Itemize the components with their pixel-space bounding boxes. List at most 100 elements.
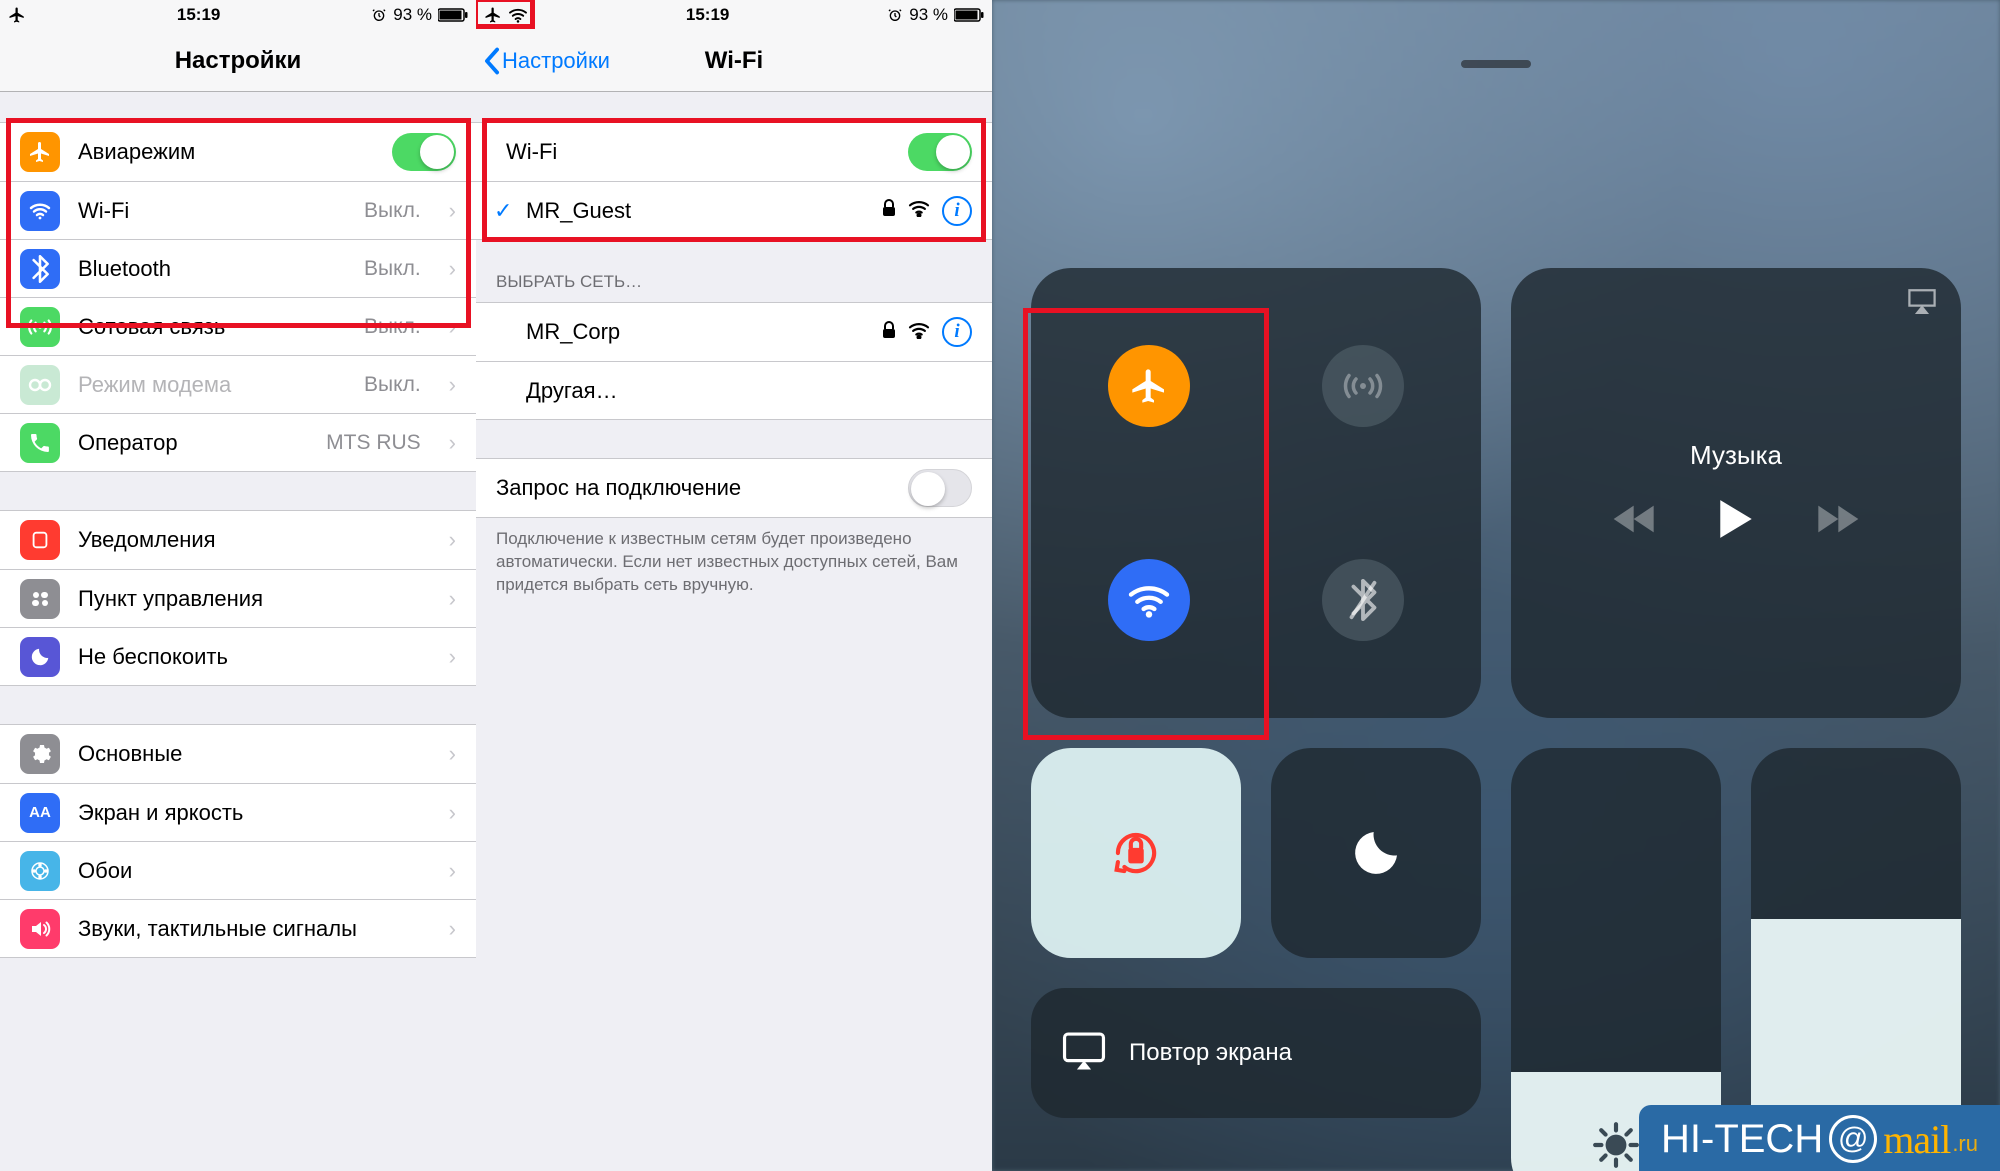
row-label: Экран и яркость: [78, 800, 421, 826]
row-airplane-mode[interactable]: Авиарежим: [0, 123, 476, 181]
row-value: Выкл.: [364, 373, 421, 397]
row-label: Авиарежим: [78, 139, 374, 165]
airplane-icon: [484, 6, 502, 24]
cc-wifi-button[interactable]: [1108, 559, 1190, 641]
row-label: Запрос на подключение: [496, 475, 890, 501]
music-tile[interactable]: Музыка: [1511, 268, 1961, 718]
row-wifi-toggle[interactable]: Wi-Fi: [476, 123, 992, 181]
notifications-icon: [20, 520, 60, 560]
lock-icon: [882, 321, 896, 344]
row-network[interactable]: MR_Corp i: [476, 303, 992, 361]
network-name: MR_Guest: [526, 198, 864, 224]
row-cellular[interactable]: Сотовая связь Выкл. ›: [0, 297, 476, 355]
watermark-ru: .ru: [1952, 1131, 1978, 1157]
moon-icon: [20, 637, 60, 677]
row-dnd[interactable]: Не беспокоить ›: [0, 627, 476, 685]
page-title-wifi: Wi-Fi: [705, 47, 763, 75]
wallpaper-icon: [20, 851, 60, 891]
row-carrier[interactable]: Оператор MTS RUS ›: [0, 413, 476, 471]
wifi-icon: [20, 191, 60, 231]
row-general[interactable]: Основные ›: [0, 725, 476, 783]
nav-header: Настройки: [0, 30, 476, 92]
wifi-icon: [508, 7, 528, 23]
row-wallpaper[interactable]: Обои ›: [0, 841, 476, 899]
watermark-mail: mail: [1883, 1116, 1950, 1163]
gear-icon: [20, 734, 60, 774]
cc-cellular-button[interactable]: [1322, 345, 1404, 427]
row-label: Другая…: [526, 378, 972, 404]
row-control-center[interactable]: Пункт управления ›: [0, 569, 476, 627]
chevron-right-icon: ›: [449, 586, 456, 612]
row-display[interactable]: AA Экран и яркость ›: [0, 783, 476, 841]
row-bluetooth[interactable]: Bluetooth Выкл. ›: [0, 239, 476, 297]
screen-mirroring-tile[interactable]: Повтор экрана: [1031, 988, 1481, 1118]
mirroring-label: Повтор экрана: [1129, 1039, 1292, 1067]
alarm-icon: [887, 7, 903, 23]
row-label: Не беспокоить: [78, 644, 421, 670]
chevron-right-icon: ›: [449, 314, 456, 340]
row-label: Wi-Fi: [78, 198, 346, 224]
row-wifi[interactable]: Wi-Fi Выкл. ›: [0, 181, 476, 239]
panel-control-center: Музыка: [992, 0, 2000, 1171]
battery-icon: [954, 8, 984, 22]
music-title: Музыка: [1690, 440, 1782, 471]
pull-handle[interactable]: [1461, 60, 1531, 68]
ask-switch[interactable]: [908, 469, 972, 507]
status-time: 15:19: [686, 5, 729, 25]
alarm-icon: [371, 7, 387, 23]
orientation-lock-tile[interactable]: [1031, 748, 1241, 958]
cc-bluetooth-button[interactable]: [1322, 559, 1404, 641]
chevron-right-icon: ›: [449, 198, 456, 224]
info-icon[interactable]: i: [942, 196, 972, 226]
choose-network-header: ВЫБРАТЬ СЕТЬ…: [476, 240, 992, 302]
music-controls: [1613, 497, 1859, 546]
row-label: Пункт управления: [78, 586, 421, 612]
watermark: HI-TECH @ mail .ru: [1639, 1105, 2000, 1171]
chevron-right-icon: ›: [449, 430, 456, 456]
chevron-right-icon: ›: [449, 256, 456, 282]
ask-footer-text: Подключение к известным сетям будет прои…: [476, 518, 992, 607]
battery-percent: 93 %: [393, 5, 432, 25]
dnd-tile[interactable]: [1271, 748, 1481, 958]
display-icon: AA: [20, 793, 60, 833]
mirroring-icon: [1061, 1030, 1107, 1077]
wifi-switch[interactable]: [908, 133, 972, 171]
row-notifications[interactable]: Уведомления ›: [0, 511, 476, 569]
chevron-right-icon: ›: [449, 644, 456, 670]
chevron-right-icon: ›: [449, 916, 456, 942]
connectivity-tile[interactable]: [1031, 268, 1481, 718]
airplane-switch[interactable]: [392, 133, 456, 171]
control-center-icon: [20, 579, 60, 619]
play-icon[interactable]: [1717, 497, 1755, 546]
battery-icon: [438, 8, 468, 22]
nav-header: Настройки Wi-Fi: [476, 30, 992, 92]
back-label: Настройки: [502, 48, 610, 74]
wifi-signal-icon: [908, 199, 930, 222]
row-label: Основные: [78, 741, 421, 767]
row-sounds[interactable]: Звуки, тактильные сигналы ›: [0, 899, 476, 957]
watermark-hi: HI-TECH: [1661, 1117, 1823, 1162]
row-value: Выкл.: [364, 257, 421, 281]
cc-airplane-button[interactable]: [1108, 345, 1190, 427]
wifi-signal-icon: [908, 321, 930, 344]
row-other-network[interactable]: Другая…: [476, 361, 992, 419]
page-title-settings: Настройки: [175, 47, 302, 75]
back-button[interactable]: Настройки: [484, 30, 610, 91]
airplane-icon: [20, 132, 60, 172]
network-name: MR_Corp: [526, 319, 864, 345]
row-value: Выкл.: [364, 315, 421, 339]
hotspot-icon: [20, 365, 60, 405]
panel-wifi: 15:19 93 % Настройки Wi-Fi Wi-Fi ✓ MR_Gu…: [476, 0, 992, 1171]
info-icon[interactable]: i: [942, 317, 972, 347]
bluetooth-icon: [20, 249, 60, 289]
row-label: Сотовая связь: [78, 314, 346, 340]
phone-icon: [20, 423, 60, 463]
status-bar: 15:19 93 %: [0, 0, 476, 30]
row-ask-to-join[interactable]: Запрос на подключение: [476, 459, 992, 517]
sound-icon: [20, 909, 60, 949]
row-label: Bluetooth: [78, 256, 346, 282]
row-label: Оператор: [78, 430, 308, 456]
prev-track-icon[interactable]: [1613, 503, 1657, 540]
next-track-icon[interactable]: [1815, 503, 1859, 540]
row-connected-network[interactable]: ✓ MR_Guest i: [476, 181, 992, 239]
